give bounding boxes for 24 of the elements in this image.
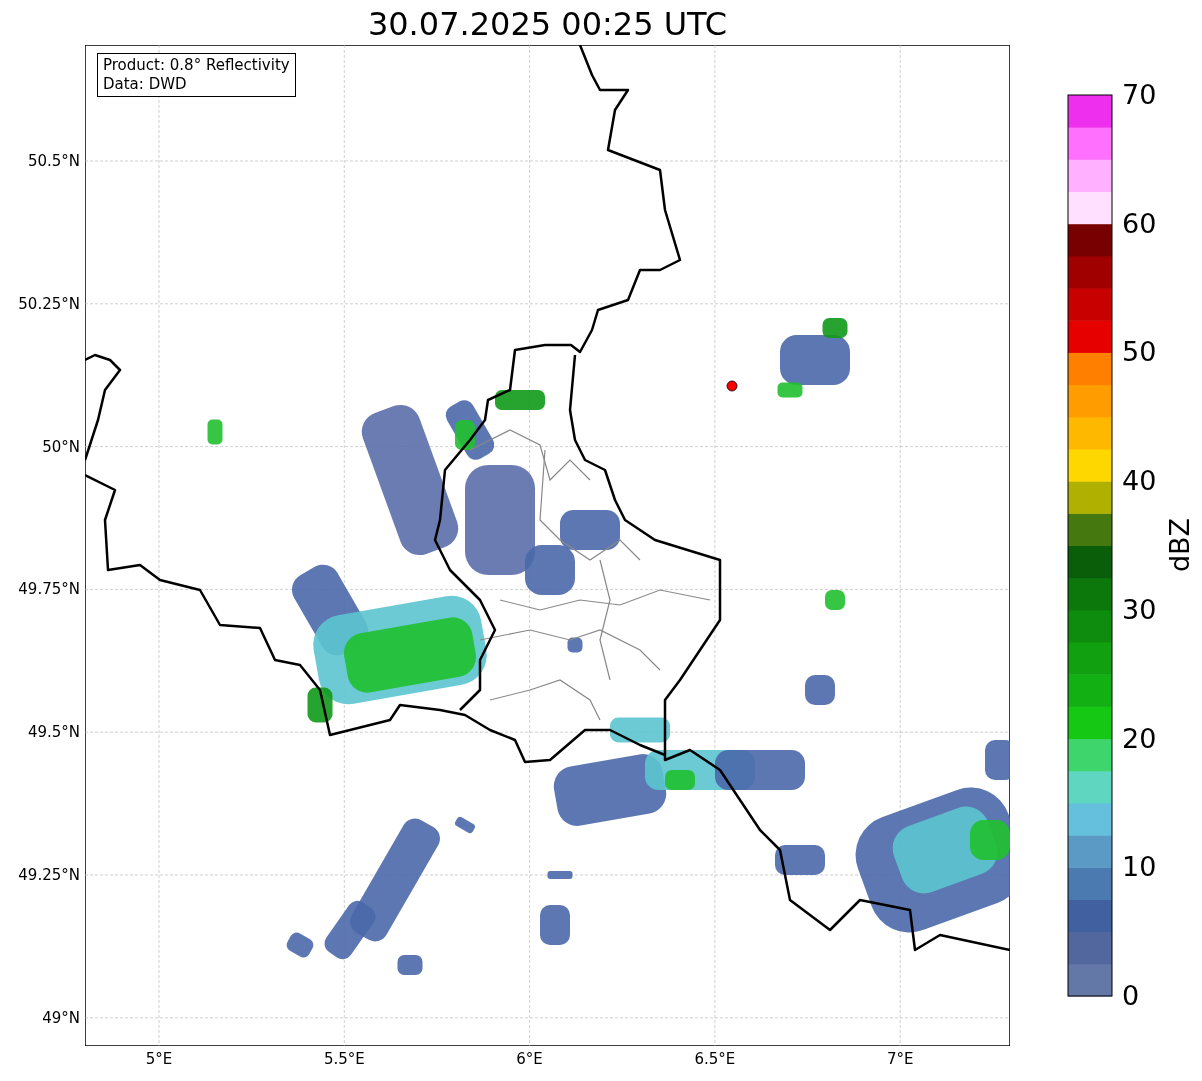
- longitude-label: 5.5°E: [322, 1050, 366, 1068]
- info-text: Data: DWD: [103, 75, 188, 94]
- colorbar-tick-label: 20: [1122, 723, 1157, 754]
- info-text: Product: 0.8° Reflectivity: [103, 56, 290, 75]
- colorbar-tick-label: 60: [1122, 208, 1157, 239]
- latitude-label: 50°N: [42, 437, 80, 456]
- latitude-label: 49.25°N: [18, 866, 80, 884]
- colorbar-tick-label: 40: [1122, 466, 1157, 497]
- longitude-label: 6.5°E: [693, 1050, 737, 1068]
- longitude-label: 7°E: [885, 1050, 915, 1068]
- colorbar-label: dBZ: [1165, 516, 1195, 575]
- longitude-label: 6°E: [515, 1050, 544, 1068]
- latitude-label: 49.75°N: [18, 580, 80, 599]
- latitude-label: 49.5°N: [27, 723, 80, 742]
- colorbar-tick-label: 50: [1122, 337, 1157, 368]
- longitude-label: 5°E: [144, 1050, 174, 1068]
- latitude-label: 49°N: [42, 1008, 80, 1027]
- colorbar-tick-label: 10: [1122, 852, 1157, 883]
- latitude-label: 50.5°N: [27, 152, 80, 170]
- chart-title: 30.07.2025 00:25 UTC: [366, 4, 729, 44]
- colorbar-tick-label: 30: [1122, 594, 1157, 625]
- colorbar-tick-label: 0: [1122, 981, 1140, 1011]
- colorbar-tick-label: 70: [1122, 80, 1157, 110]
- latitude-label: 50.25°N: [18, 294, 80, 313]
